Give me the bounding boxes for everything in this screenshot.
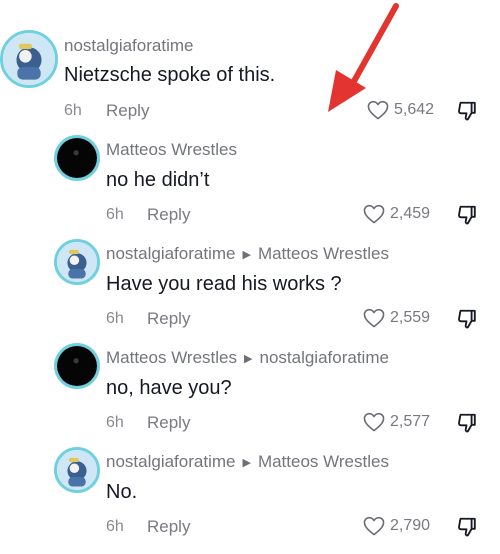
like-button[interactable]: 2,459 [363, 204, 430, 224]
like-count: 2,790 [390, 517, 431, 534]
avatar[interactable] [54, 135, 100, 181]
reply-to-username[interactable]: nostalgiaforatime [259, 348, 388, 368]
comment-username[interactable]: nostalgiaforatime [64, 36, 193, 56]
comment-timestamp: 6h [64, 102, 82, 119]
username-text[interactable]: Matteos Wrestles [106, 140, 237, 160]
thumbs-down-icon [458, 205, 476, 225]
comment-timestamp: 6h [106, 206, 124, 223]
cartoon-avatar-icon [3, 33, 55, 85]
comment-timestamp: 6h [106, 414, 124, 431]
cartoon-avatar-icon [57, 242, 97, 282]
comment-thread: nostalgiaforatime Nietzsche spoke of thi… [0, 0, 500, 554]
thumbs-down-icon [458, 101, 476, 121]
comment-text: Have you read his works ? [106, 273, 342, 295]
dislike-button[interactable] [456, 412, 478, 434]
like-count: 5,642 [394, 101, 435, 118]
like-count: 2,559 [390, 309, 431, 326]
reply-button[interactable]: Reply [106, 101, 149, 121]
avatar[interactable] [54, 239, 100, 285]
avatar[interactable] [54, 447, 100, 493]
reply-button[interactable]: Reply [147, 517, 190, 537]
comment-username[interactable]: Matteos Wrestles [106, 140, 237, 160]
reply-to-username[interactable]: Matteos Wrestles [258, 452, 389, 472]
comment-timestamp: 6h [106, 518, 124, 535]
comment-username[interactable]: nostalgiaforatime ▶ Matteos Wrestles [106, 244, 389, 264]
dislike-button[interactable] [456, 308, 478, 330]
reply-button[interactable]: Reply [147, 309, 190, 329]
username-text[interactable]: nostalgiaforatime [106, 244, 235, 264]
reply-to-username[interactable]: Matteos Wrestles [258, 244, 389, 264]
thumbs-down-icon [458, 413, 476, 433]
reply-button[interactable]: Reply [147, 413, 190, 433]
dark-avatar-icon [57, 346, 97, 386]
heart-outline-icon [367, 100, 389, 120]
username-text[interactable]: nostalgiaforatime [106, 452, 235, 472]
dislike-button[interactable] [456, 100, 478, 122]
dislike-button[interactable] [456, 204, 478, 226]
cartoon-avatar-icon [57, 450, 97, 490]
avatar[interactable] [54, 343, 100, 389]
username-text[interactable]: nostalgiaforatime [64, 36, 193, 56]
username-text[interactable]: Matteos Wrestles [106, 348, 237, 368]
comment-text: no he didn’t [106, 169, 210, 191]
thumbs-down-icon [458, 517, 476, 537]
comment-text: no, have you? [106, 377, 232, 399]
avatar[interactable] [0, 30, 58, 88]
comment-timestamp: 6h [106, 310, 124, 327]
thumbs-down-icon [458, 309, 476, 329]
comment-username[interactable]: Matteos Wrestles ▶ nostalgiaforatime [106, 348, 389, 368]
dark-avatar-icon [57, 138, 97, 178]
dislike-button[interactable] [456, 516, 478, 538]
like-button[interactable]: 2,559 [363, 308, 430, 328]
like-button[interactable]: 2,577 [363, 412, 430, 432]
like-count: 2,459 [390, 205, 431, 222]
heart-outline-icon [363, 308, 385, 328]
comment-text: No. [106, 481, 138, 503]
heart-outline-icon [363, 412, 385, 432]
like-button[interactable]: 2,790 [363, 516, 430, 536]
like-count: 2,577 [390, 413, 431, 430]
heart-outline-icon [363, 516, 385, 536]
triangle-right-icon: ▶ [244, 352, 253, 365]
comment-username[interactable]: nostalgiaforatime ▶ Matteos Wrestles [106, 452, 389, 472]
like-button[interactable]: 5,642 [367, 100, 434, 120]
triangle-right-icon: ▶ [242, 456, 251, 469]
heart-outline-icon [363, 204, 385, 224]
triangle-right-icon: ▶ [242, 248, 251, 261]
reply-button[interactable]: Reply [147, 205, 190, 225]
comment-text: Nietzsche spoke of this. [64, 64, 276, 86]
